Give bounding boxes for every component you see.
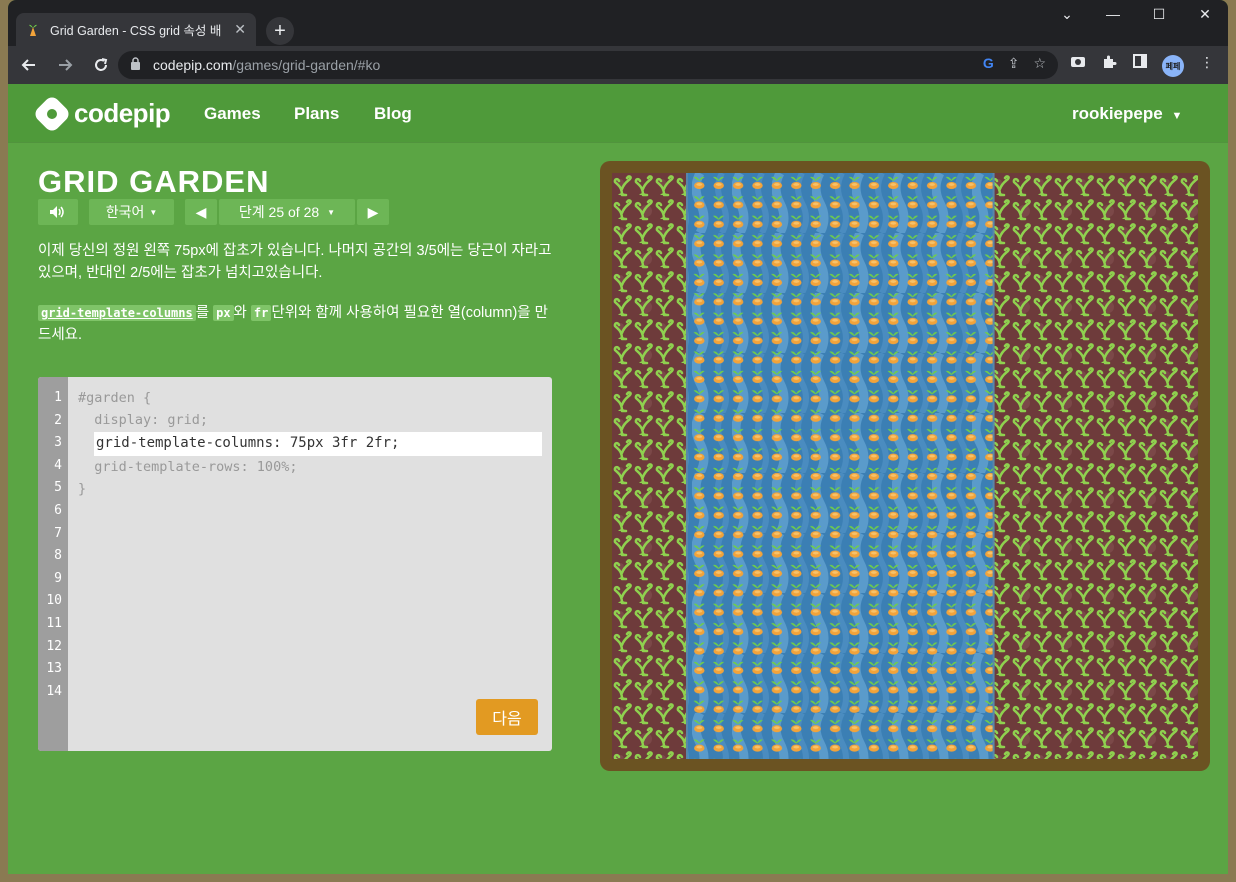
line-number: 9	[54, 570, 62, 586]
caret-down-icon: ▼	[149, 207, 158, 217]
codepip-logo-icon	[32, 93, 72, 134]
code-line-4: grid-template-rows: 100%;	[78, 459, 298, 475]
garden-columns	[612, 173, 1198, 759]
user-menu[interactable]: rookiepepe ▼	[1072, 104, 1182, 124]
line-number: 6	[54, 503, 62, 518]
profile-avatar[interactable]: 페페	[1162, 55, 1184, 77]
lock-icon	[130, 57, 141, 73]
nav-games[interactable]: Games	[204, 104, 261, 124]
line-number: 3	[54, 435, 62, 451]
speaker-icon	[50, 206, 64, 218]
back-button[interactable]	[14, 50, 44, 80]
line-number: 11	[46, 616, 62, 631]
browser-tab[interactable]: Grid Garden - CSS grid 속성 배 ✕	[16, 13, 256, 46]
grid-garden-favicon-icon	[26, 23, 40, 37]
caret-down-icon: ▼	[1171, 110, 1183, 122]
line-number: 2	[54, 412, 62, 428]
sound-toggle-button[interactable]	[38, 199, 78, 225]
column-divider	[686, 173, 688, 759]
garden-board	[600, 161, 1210, 771]
code-line-1: #garden {	[78, 390, 152, 406]
line-number: 8	[54, 548, 62, 564]
nav-plans[interactable]: Plans	[294, 104, 339, 124]
line-number: 10	[46, 593, 62, 609]
line-number: 12	[46, 638, 62, 654]
line-number: 13	[46, 661, 62, 677]
instructions-text-a: 를	[195, 305, 214, 321]
caret-down-icon: ▼	[327, 207, 336, 217]
css-editor: 1 2 3 4 5 6 7 8 9 10 11 12 13 14 #garden { display: g…	[38, 377, 552, 751]
close-tab-icon[interactable]: ✕	[234, 21, 246, 38]
share-icon[interactable]: ⇪	[1008, 55, 1020, 72]
browser-window: Grid Garden - CSS grid 속성 배 ✕ + ⌄ — ☐ ✕ …	[8, 0, 1228, 874]
column-divider	[992, 173, 995, 759]
bookmark-star-icon[interactable]: ☆	[1033, 55, 1046, 72]
new-tab-button[interactable]: +	[266, 17, 294, 45]
close-window-button[interactable]: ✕	[1190, 6, 1220, 23]
forward-arrow-icon	[59, 59, 73, 71]
weed-patch	[993, 173, 1198, 759]
line-number: 1	[54, 390, 62, 405]
code-line-2: display: grid;	[78, 412, 209, 428]
tab-title: Grid Garden - CSS grid 속성 배	[50, 24, 222, 38]
camera-icon[interactable]	[1070, 54, 1086, 71]
language-label: 한국어	[105, 204, 145, 220]
logo-text: codepip	[74, 98, 171, 128]
level-label: 단계 25 of 28	[238, 204, 320, 220]
instructions-paragraph-2: grid-template-columns 를 px 와 fr 단위와 함께 사용하여…	[38, 302, 556, 346]
code-grid-template-columns[interactable]: grid-template-columns	[38, 305, 196, 321]
line-number-gutter: 1 2 3 4 5 6 7 8 9 10 11 12 13 14	[38, 377, 68, 751]
triangle-right-icon: ▶	[367, 203, 379, 220]
code-px: px	[213, 305, 234, 321]
tab-search-chevron-icon[interactable]: ⌄	[1052, 6, 1082, 23]
page-content: codepip Games Plans Blog rookiepepe ▼ GR…	[8, 84, 1228, 874]
code-line-5: }	[78, 481, 87, 497]
forward-button[interactable]	[50, 50, 80, 80]
next-level-button[interactable]: ▶	[357, 199, 389, 225]
prev-level-button[interactable]: ◀	[185, 199, 217, 225]
url-host: codepip.com	[153, 57, 233, 73]
next-button[interactable]: 다음	[476, 699, 538, 735]
language-select[interactable]: 한국어 ▼	[89, 199, 174, 225]
game-title: GRID GARDEN	[38, 164, 270, 199]
tab-strip: Grid Garden - CSS grid 속성 배 ✕ + ⌄ — ☐ ✕	[8, 0, 1228, 46]
side-panel-icon[interactable]	[1133, 54, 1147, 71]
extensions-puzzle-icon[interactable]	[1101, 54, 1117, 73]
line-number: 5	[54, 480, 62, 496]
minimize-button[interactable]: —	[1098, 6, 1128, 22]
triangle-left-icon: ◀	[195, 203, 207, 220]
address-bar[interactable]: codepip.com/games/grid-garden/#ko G ⇪ ☆	[118, 51, 1058, 79]
carrot-patch	[687, 173, 994, 759]
weed-patch	[612, 173, 687, 759]
line-number: 14	[46, 683, 62, 699]
instructions-text-b: 와	[233, 305, 251, 321]
instructions-paragraph-1: 이제 당신의 정원 왼쪽 75px에 잡초가 있습니다. 나머지 공간의 3/5…	[38, 243, 552, 281]
browser-toolbar: codepip.com/games/grid-garden/#ko G ⇪ ☆ …	[8, 46, 1228, 84]
google-icon[interactable]: G	[983, 55, 994, 72]
code-fr: fr	[250, 305, 272, 321]
codepip-logo[interactable]: codepip	[32, 93, 171, 134]
back-arrow-icon	[21, 59, 35, 71]
site-header: codepip Games Plans Blog rookiepepe ▼	[8, 84, 1228, 142]
reload-icon	[95, 58, 108, 71]
url-path: /games/grid-garden/#ko	[232, 57, 381, 73]
maximize-button[interactable]: ☐	[1144, 6, 1174, 23]
css-input[interactable]: grid-template-columns: 75px 3fr 2fr;	[94, 432, 542, 456]
more-menu-icon[interactable]: ⋮	[1200, 54, 1214, 71]
nav-blog[interactable]: Blog	[374, 104, 412, 124]
username: rookiepepe	[1072, 104, 1163, 123]
garden-plot	[612, 173, 1198, 759]
line-number: 7	[54, 525, 62, 541]
reload-button[interactable]	[86, 50, 116, 80]
line-number: 4	[54, 457, 62, 473]
level-select[interactable]: 단계 25 of 28 ▼	[219, 199, 355, 225]
